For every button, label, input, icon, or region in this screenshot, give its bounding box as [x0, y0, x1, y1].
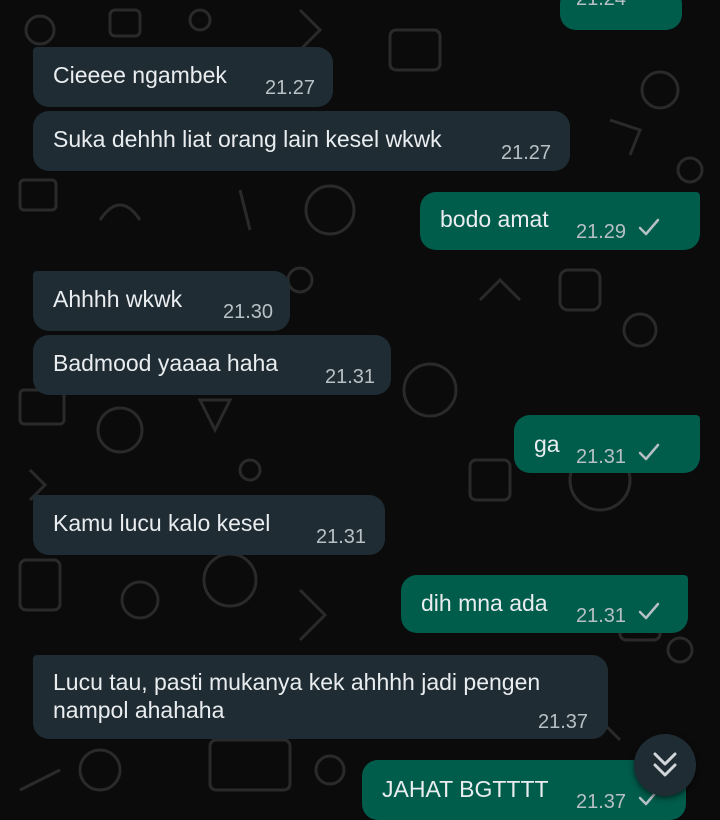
message-incoming[interactable]: Suka dehhh liat orang lain kesel wkwk 21…	[33, 111, 570, 171]
check-icon	[638, 602, 660, 620]
check-icon	[636, 0, 662, 2]
message-text: Ahhhh wkwk	[53, 286, 183, 312]
message-time: 21.31	[316, 526, 367, 548]
message-time: 21.31	[325, 366, 376, 388]
check-icon	[638, 218, 660, 236]
message-time: 21.37	[576, 791, 627, 813]
message-outgoing[interactable]: dih mna ada 21.31	[401, 575, 688, 633]
scroll-to-bottom-button[interactable]	[634, 734, 696, 796]
message-time: 21.31	[576, 446, 627, 468]
message-text: Badmood yaaaa haha	[53, 350, 279, 376]
message-text: Cieeee ngambek	[53, 62, 227, 88]
message-incoming[interactable]: Lucu tau, pasti mukanya kek ahhhh jadi p…	[33, 655, 608, 739]
double-chevron-down-icon	[653, 752, 677, 777]
message-incoming[interactable]: Kamu lucu kalo kesel 21.31	[33, 495, 385, 555]
message-time: 21.27	[265, 77, 316, 99]
message-text: dih mna ada	[421, 590, 548, 616]
message-incoming[interactable]: Cieeee ngambek 21.27	[33, 47, 333, 107]
message-text: Lucu tau, pasti mukanya kek ahhhh jadi p…	[53, 669, 541, 723]
message-incoming[interactable]: Badmood yaaaa haha 21.31	[33, 335, 391, 395]
message-text: Suka dehhh liat orang lain kesel wkwk	[53, 126, 442, 152]
message-time: 21.37	[538, 711, 589, 733]
message-incoming[interactable]: Ahhhh wkwk 21.30	[33, 271, 290, 331]
message-time: 21.30	[223, 301, 274, 323]
message-time: 21.29	[576, 221, 627, 243]
message-text: bodo amat	[440, 206, 549, 232]
message-time: 21.31	[576, 605, 627, 627]
message-outgoing[interactable]: 21.24	[560, 0, 682, 30]
message-time: 21.24	[576, 0, 626, 14]
message-text: Kamu lucu kalo kesel	[53, 510, 271, 536]
message-outgoing[interactable]: bodo amat 21.29	[420, 192, 700, 250]
check-icon	[638, 443, 660, 461]
message-text: ga	[534, 431, 560, 457]
message-outgoing[interactable]: ga 21.31	[514, 415, 700, 473]
message-text: JAHAT BGTTTT	[382, 776, 549, 802]
message-time: 21.27	[501, 142, 552, 164]
